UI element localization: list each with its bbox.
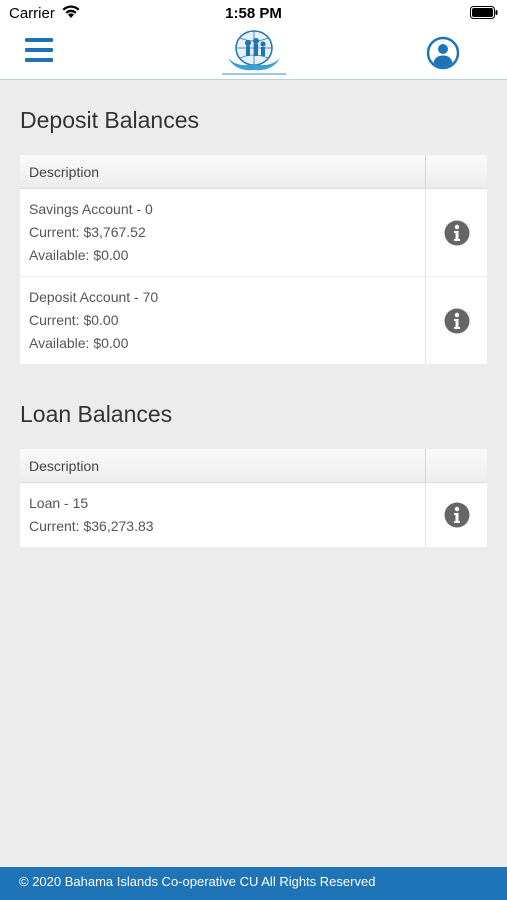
action-cell bbox=[426, 277, 487, 364]
status-bar: Carrier 1:58 PM bbox=[0, 0, 507, 26]
action-column-header bbox=[426, 449, 487, 482]
current-balance: Current: $3,767.52 bbox=[29, 224, 146, 240]
table-header: Description bbox=[20, 449, 487, 483]
available-balance: Available: $0.00 bbox=[29, 247, 129, 263]
action-cell bbox=[426, 189, 487, 276]
table-row: Deposit Account - 70 Current: $0.00 Avai… bbox=[20, 277, 487, 364]
account-name: Savings Account - 0 bbox=[29, 201, 153, 217]
battery-icon bbox=[470, 6, 498, 19]
info-icon[interactable] bbox=[444, 220, 470, 246]
current-balance: Current: $36,273.83 bbox=[29, 518, 154, 534]
account-description: Savings Account - 0 Current: $3,767.52 A… bbox=[20, 189, 426, 276]
footer: © 2020 Bahama Islands Co-operative CU Al… bbox=[0, 867, 507, 900]
user-profile-icon[interactable] bbox=[426, 36, 460, 70]
current-balance: Current: $0.00 bbox=[29, 312, 119, 328]
deposit-balances-table: Description Savings Account - 0 Current:… bbox=[20, 155, 487, 364]
credit-union-logo bbox=[222, 30, 286, 75]
action-column-header bbox=[426, 155, 487, 188]
deposit-balances-title: Deposit Balances bbox=[20, 107, 199, 133]
info-icon[interactable] bbox=[444, 502, 470, 528]
status-time: 1:58 PM bbox=[225, 5, 282, 22]
hamburger-icon[interactable] bbox=[25, 38, 53, 62]
action-cell bbox=[426, 483, 487, 547]
nav-bar bbox=[0, 26, 507, 80]
table-row: Savings Account - 0 Current: $3,767.52 A… bbox=[20, 189, 487, 277]
loan-name: Loan - 15 bbox=[29, 495, 89, 511]
info-icon[interactable] bbox=[444, 308, 470, 334]
loan-balances-title: Loan Balances bbox=[20, 401, 173, 427]
account-name: Deposit Account - 70 bbox=[29, 289, 159, 305]
description-column-header: Description bbox=[20, 449, 426, 482]
loan-description: Loan - 15 Current: $36,273.83 bbox=[20, 483, 426, 547]
account-description: Deposit Account - 70 Current: $0.00 Avai… bbox=[20, 277, 426, 364]
table-row: Loan - 15 Current: $36,273.83 bbox=[20, 483, 487, 547]
description-column-header: Description bbox=[20, 155, 426, 188]
available-balance: Available: $0.00 bbox=[29, 335, 129, 351]
copyright-text: © 2020 Bahama Islands Co-operative CU Al… bbox=[19, 874, 376, 889]
loan-balances-table: Description Loan - 15 Current: $36,273.8… bbox=[20, 449, 487, 547]
table-header: Description bbox=[20, 155, 487, 189]
